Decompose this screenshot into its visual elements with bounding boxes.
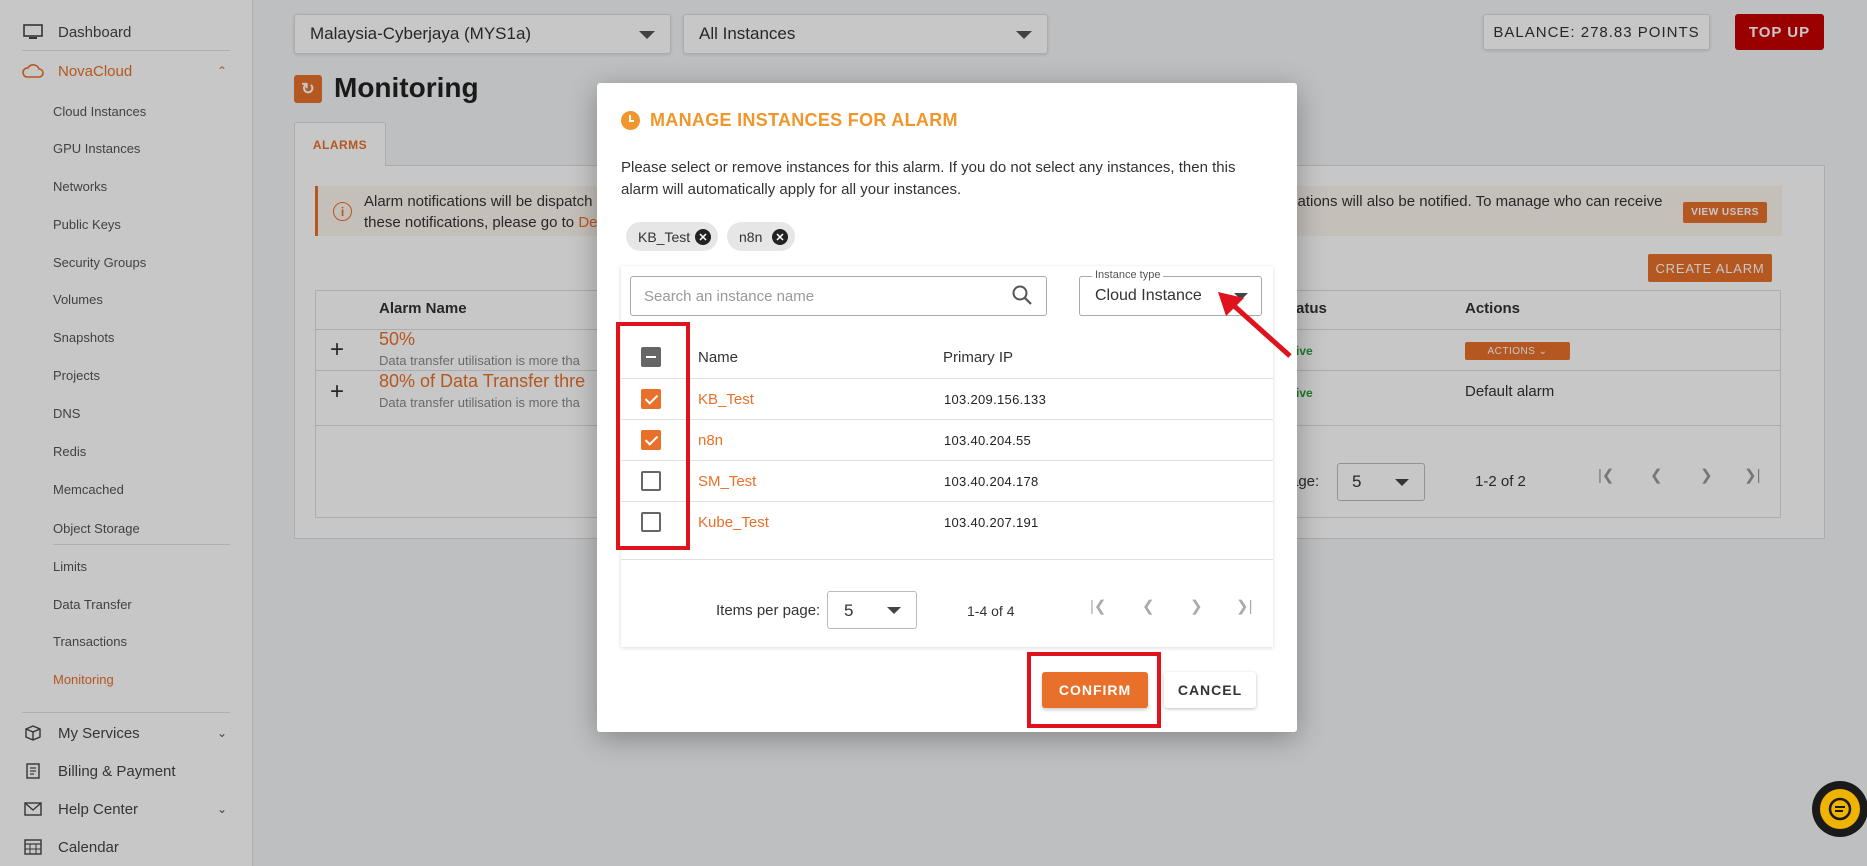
instance-ip: 103.40.204.178 (944, 474, 1039, 489)
selected-instance-chip: KB_Test ✕ (626, 222, 718, 251)
instance-type-value: Cloud Instance (1095, 287, 1202, 304)
chat-icon[interactable] (1820, 789, 1860, 829)
items-per-page-select[interactable] (827, 591, 917, 629)
confirm-button-highlight (1027, 652, 1161, 728)
modal-description-line2: alarm will automatically apply for all y… (621, 181, 962, 198)
checkbox-column-highlight (616, 322, 690, 550)
caret-down-icon (887, 607, 901, 614)
instance-ip: 103.209.156.133 (944, 392, 1047, 407)
instance-ip: 103.40.207.191 (944, 515, 1039, 530)
modal-description-line1: Please select or remove instances for th… (621, 159, 1236, 176)
row-divider (621, 419, 1273, 420)
last-page-icon[interactable]: ❯| (1236, 597, 1252, 615)
instance-name-link[interactable]: n8n (698, 432, 723, 449)
remove-chip-icon[interactable]: ✕ (772, 229, 788, 245)
prev-page-icon[interactable]: ❮ (1142, 597, 1155, 615)
next-page-icon[interactable]: ❯ (1190, 597, 1203, 615)
modal-title: MANAGE INSTANCES FOR ALARM (650, 110, 958, 130)
page-range: 1-4 of 4 (967, 603, 1015, 619)
instances-table-panel (621, 266, 1273, 647)
first-page-icon[interactable]: |❮ (1090, 597, 1106, 615)
row-divider (621, 559, 1273, 560)
instance-name-link[interactable]: Kube_Test (698, 514, 769, 531)
clock-icon (621, 111, 640, 130)
chip-label: n8n (739, 228, 763, 245)
instance-name-link[interactable]: KB_Test (698, 391, 754, 408)
row-divider (621, 378, 1273, 379)
row-divider (621, 501, 1273, 502)
search-placeholder: Search an instance name (644, 288, 815, 305)
instance-name-link[interactable]: SM_Test (698, 473, 756, 490)
annotation-arrow-icon (1218, 292, 1292, 358)
instance-ip: 103.40.204.55 (944, 433, 1032, 448)
remove-chip-icon[interactable]: ✕ (695, 229, 711, 245)
selected-instance-chip: n8n ✕ (727, 222, 795, 251)
cancel-button[interactable]: CANCEL (1164, 672, 1256, 708)
chip-label: KB_Test (638, 228, 691, 245)
column-header-primary-ip: Primary IP (943, 349, 1014, 366)
instance-type-label: Instance type (1092, 269, 1164, 281)
items-per-page-value: 5 (844, 601, 854, 620)
row-divider (621, 460, 1273, 461)
column-header-name: Name (698, 349, 739, 366)
search-icon[interactable] (1011, 284, 1033, 306)
items-per-page-label: Items per page: (716, 602, 821, 619)
